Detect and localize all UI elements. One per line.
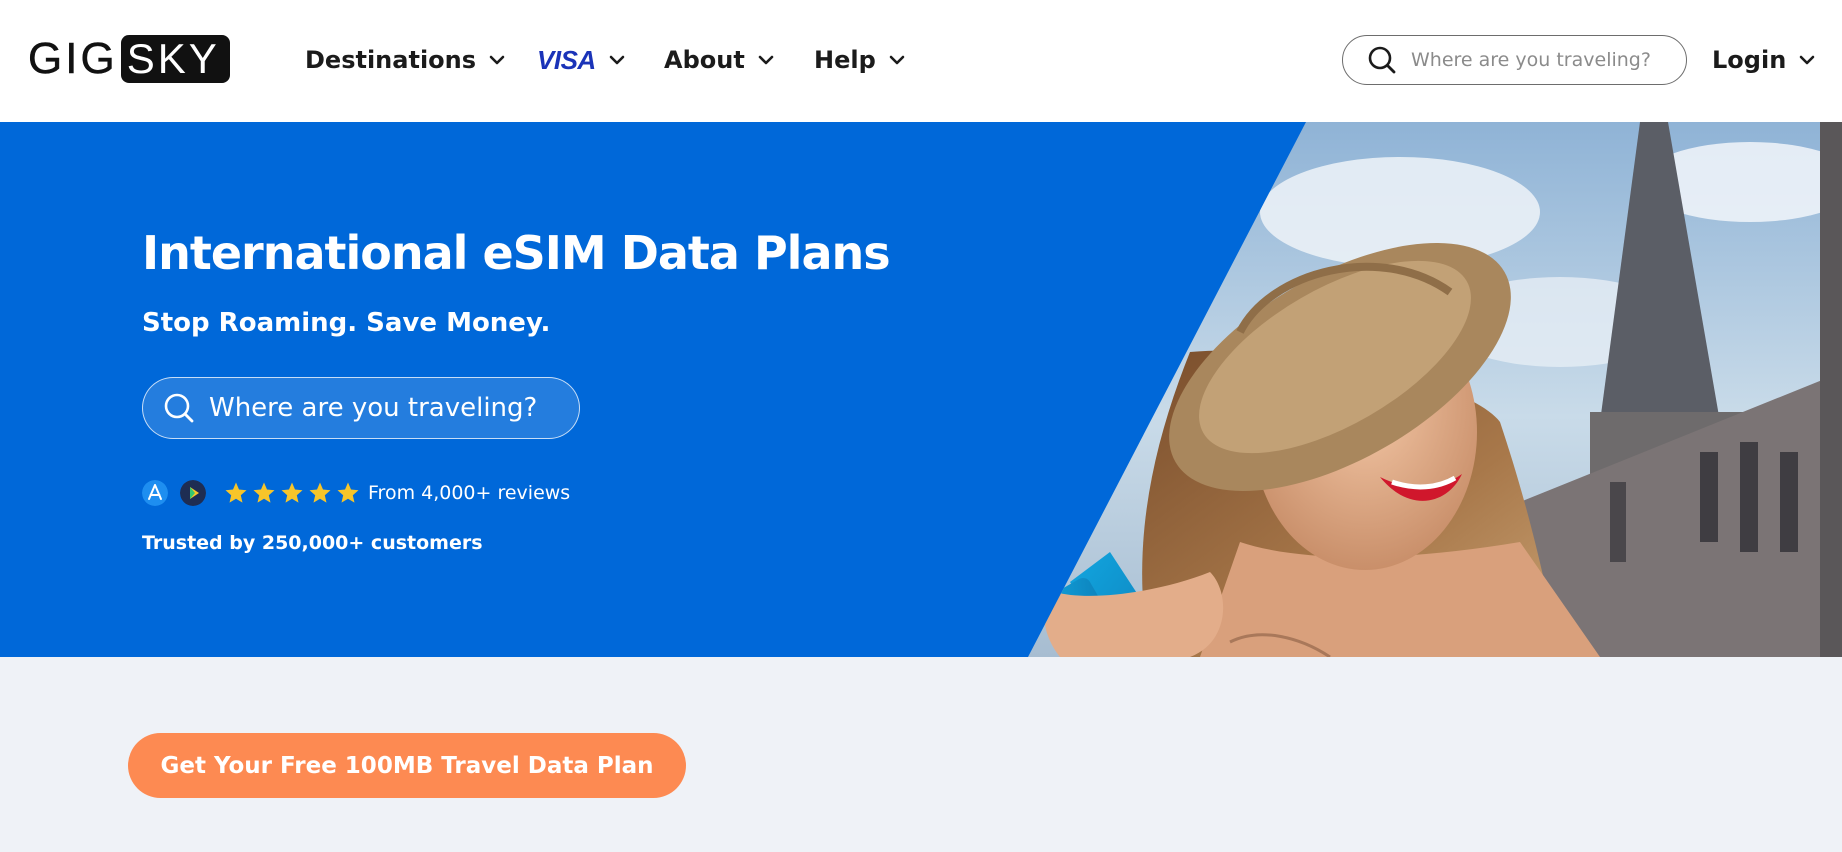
chevron-down-icon (758, 55, 774, 65)
chevron-down-icon (1799, 55, 1815, 65)
nav-visa-label: VISA (537, 44, 596, 75)
star-icon (281, 482, 303, 503)
header-search-box[interactable] (1342, 35, 1687, 85)
chevron-down-icon (889, 55, 905, 65)
chevron-down-icon (609, 55, 624, 65)
trusted-customers-text: Trusted by 250,000+ customers (142, 532, 483, 554)
nav-help[interactable]: Help (814, 40, 908, 80)
nav-destinations-label: Destinations (305, 46, 477, 74)
hero-banner: International eSIM Data Plans Stop Roami… (0, 122, 1842, 657)
hero-subtitle: Stop Roaming. Save Money. (142, 308, 551, 338)
login-label: Login (1712, 46, 1787, 74)
search-icon (164, 393, 194, 423)
star-icon (337, 482, 359, 503)
reviews-row: From 4,000+ reviews (142, 478, 570, 508)
app-store-icon[interactable] (142, 480, 168, 506)
star-icon (253, 482, 275, 503)
gigsky-logo[interactable]: GIG SKY (28, 34, 230, 83)
site-header: GIG SKY Destinations VISA About Help Log… (0, 0, 1842, 122)
chevron-down-icon (489, 55, 505, 65)
star-rating (224, 481, 360, 505)
logo-text-sky: SKY (120, 35, 230, 83)
star-icon (225, 482, 247, 503)
hero-search-input[interactable] (209, 393, 569, 423)
star-icon (309, 482, 331, 503)
hero-search-box[interactable] (142, 377, 580, 439)
nav-help-label: Help (814, 46, 876, 74)
header-search-input[interactable] (1411, 49, 1671, 71)
nav-about-label: About (664, 46, 745, 74)
google-play-icon[interactable] (180, 480, 206, 506)
reviews-count-text: From 4,000+ reviews (368, 482, 571, 504)
nav-destinations[interactable]: Destinations (305, 40, 508, 80)
hero-title: International eSIM Data Plans (142, 226, 891, 280)
free-data-plan-button[interactable]: Get Your Free 100MB Travel Data Plan (128, 733, 686, 798)
nav-visa[interactable]: VISA (537, 40, 628, 80)
logo-text-gig: GIG (28, 34, 118, 83)
nav-about[interactable]: About (664, 40, 777, 80)
search-icon (1368, 46, 1396, 74)
login-button[interactable]: Login (1712, 40, 1818, 80)
